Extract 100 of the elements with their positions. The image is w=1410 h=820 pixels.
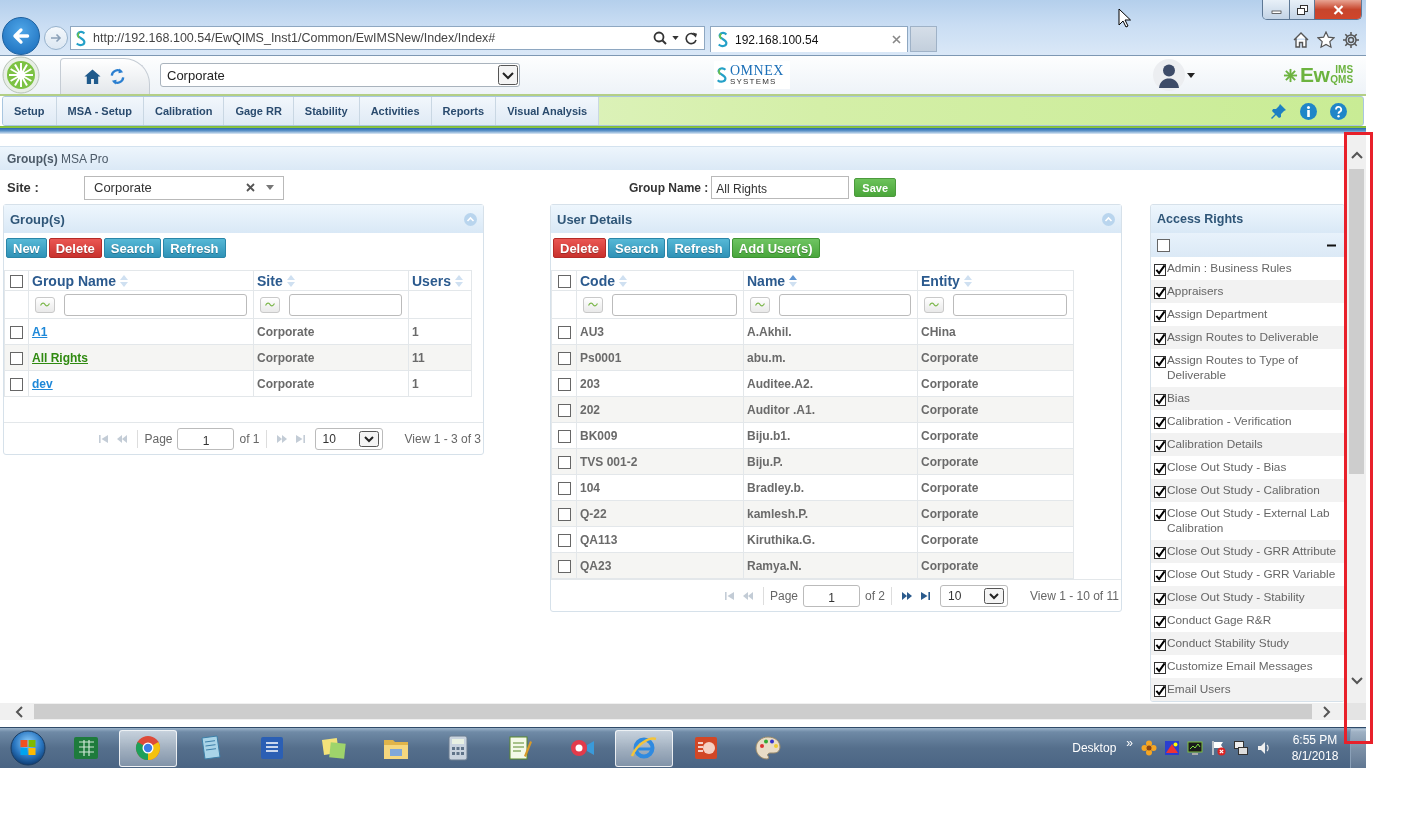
menu-item[interactable]: Reports (431, 97, 497, 125)
table-row[interactable]: All Rights Corporate 11 (4, 344, 472, 371)
column-header[interactable]: Code (580, 272, 615, 289)
row-checkbox[interactable] (557, 481, 571, 495)
network-icon[interactable] (1233, 740, 1249, 756)
menu-item[interactable]: Activities (359, 97, 432, 125)
select-all-checkbox[interactable] (557, 275, 571, 289)
toolbar-button[interactable]: New (6, 238, 47, 258)
desktop-toolbar-label[interactable]: Desktop (1072, 741, 1117, 755)
access-right-checkbox[interactable] (1154, 310, 1166, 322)
taskbar-app-button[interactable] (119, 729, 177, 767)
menu-item[interactable]: Setup (3, 97, 57, 125)
toolbar-button[interactable]: Refresh (163, 238, 226, 258)
chevron-up-icon[interactable] (1350, 151, 1363, 159)
monitor-icon[interactable] (1187, 740, 1203, 756)
filter-field[interactable] (64, 293, 247, 316)
access-right-checkbox[interactable] (1154, 356, 1166, 368)
scrollbar-thumb[interactable] (1349, 169, 1364, 474)
toolbar-button[interactable]: Delete (553, 238, 607, 258)
page-field[interactable]: 1 (177, 427, 235, 450)
clear-icon[interactable] (246, 183, 255, 192)
menu-item[interactable]: MSA - Setup (56, 97, 144, 125)
table-row[interactable]: dev Corporate 1 (4, 370, 472, 397)
column-header[interactable]: Name (747, 272, 786, 289)
access-right-checkbox[interactable] (1154, 394, 1166, 406)
caret-icon[interactable] (672, 36, 679, 40)
pin-icon[interactable] (1270, 102, 1287, 120)
row-checkbox[interactable] (557, 533, 571, 547)
next-page-icon[interactable] (902, 591, 913, 600)
access-right-checkbox[interactable] (1154, 570, 1166, 582)
restore-button[interactable] (1290, 0, 1315, 19)
access-right-checkbox[interactable] (1154, 509, 1166, 521)
toolbar-button[interactable]: Refresh (667, 238, 730, 258)
group-name-field[interactable]: All Rights (711, 176, 850, 199)
access-right-checkbox[interactable] (1154, 264, 1166, 276)
menu-item[interactable]: Visual Analysis (496, 97, 600, 125)
access-right-checkbox[interactable] (1154, 639, 1166, 651)
picture-icon[interactable] (1164, 740, 1180, 756)
table-row[interactable]: QA113 Kiruthika.G. Corporate (551, 526, 1074, 553)
close-window-button[interactable] (1315, 0, 1361, 19)
table-row[interactable]: 203 Auditee.A2. Corporate (551, 370, 1074, 397)
row-checkbox[interactable] (10, 325, 23, 339)
row-checkbox[interactable] (557, 429, 571, 443)
select-all-checkbox[interactable] (10, 275, 23, 289)
access-right-checkbox[interactable] (1154, 287, 1166, 299)
access-right-checkbox[interactable] (1154, 417, 1166, 429)
access-right-checkbox[interactable] (1154, 616, 1166, 628)
filter-field[interactable] (953, 293, 1067, 316)
flag-icon[interactable] (1210, 740, 1226, 756)
access-right-checkbox[interactable] (1154, 547, 1166, 559)
access-right-checkbox[interactable] (1154, 593, 1166, 605)
table-row[interactable]: Ps0001 abu.m. Corporate (551, 344, 1074, 371)
table-row[interactable]: BK009 Biju.b1. Corporate (551, 422, 1074, 449)
row-checkbox[interactable] (557, 403, 571, 417)
toolbar-button[interactable]: Delete (48, 238, 102, 258)
access-right-checkbox[interactable] (1154, 662, 1166, 674)
refresh-icon[interactable] (684, 31, 698, 45)
taskbar-app-button[interactable] (615, 729, 673, 767)
chevron-right-icon[interactable] (1323, 705, 1331, 718)
back-button[interactable] (2, 17, 40, 55)
last-page-icon[interactable] (920, 591, 931, 600)
menu-item[interactable]: Stability (293, 97, 360, 125)
home-icon[interactable] (1292, 31, 1310, 49)
sort-icon[interactable] (789, 274, 798, 287)
access-right-checkbox[interactable] (1154, 685, 1166, 697)
table-row[interactable]: 202 Auditor .A1. Corporate (551, 396, 1074, 423)
page-size-select[interactable]: 10 (314, 427, 383, 450)
toolbar-overflow[interactable]: » (1126, 736, 1133, 750)
user-menu-button[interactable] (1153, 59, 1195, 91)
group-link[interactable]: All Rights (32, 350, 88, 365)
info-icon[interactable] (1300, 102, 1317, 120)
chevron-down-icon[interactable] (1350, 677, 1363, 685)
group-link[interactable]: dev (32, 376, 53, 391)
filter-field[interactable] (289, 293, 402, 316)
table-row[interactable]: Q-22 kamlesh.P. Corporate (551, 500, 1074, 527)
table-row[interactable]: TVS 001-2 Biju.P. Corporate (551, 448, 1074, 475)
vertical-scrollbar[interactable] (1346, 134, 1366, 703)
access-right-checkbox[interactable] (1154, 486, 1166, 498)
select-all-checkbox[interactable] (1157, 238, 1170, 252)
row-checkbox[interactable] (10, 351, 23, 365)
table-row[interactable]: QA23 Ramya.N. Corporate (551, 552, 1074, 579)
row-checkbox[interactable] (557, 455, 571, 469)
home-icon[interactable] (83, 67, 102, 86)
access-right-checkbox[interactable] (1154, 440, 1166, 452)
access-right-checkbox[interactable] (1154, 463, 1166, 475)
row-checkbox[interactable] (557, 377, 571, 391)
horizontal-scrollbar[interactable] (0, 703, 1346, 720)
filter-field[interactable] (612, 293, 737, 316)
row-checkbox[interactable] (557, 507, 571, 521)
table-row[interactable]: 104 Bradley.b. Corporate (551, 474, 1074, 501)
menu-item[interactable]: Calibration (143, 97, 225, 125)
help-icon[interactable] (1330, 102, 1347, 120)
settings-icon[interactable] (1342, 31, 1360, 49)
browser-tab[interactable]: 192.168.100.54 (710, 26, 908, 52)
search-icon[interactable] (653, 31, 667, 45)
chevron-left-icon[interactable] (15, 705, 23, 718)
site-combo[interactable]: Corporate (84, 175, 284, 200)
address-bar[interactable]: http://192.168.100.54/EwQIMS_Inst1/Common/EwIMSNew/Index/Index# (70, 26, 705, 50)
flower-icon[interactable] (1141, 740, 1157, 756)
scrollbar-thumb[interactable] (34, 704, 1312, 719)
